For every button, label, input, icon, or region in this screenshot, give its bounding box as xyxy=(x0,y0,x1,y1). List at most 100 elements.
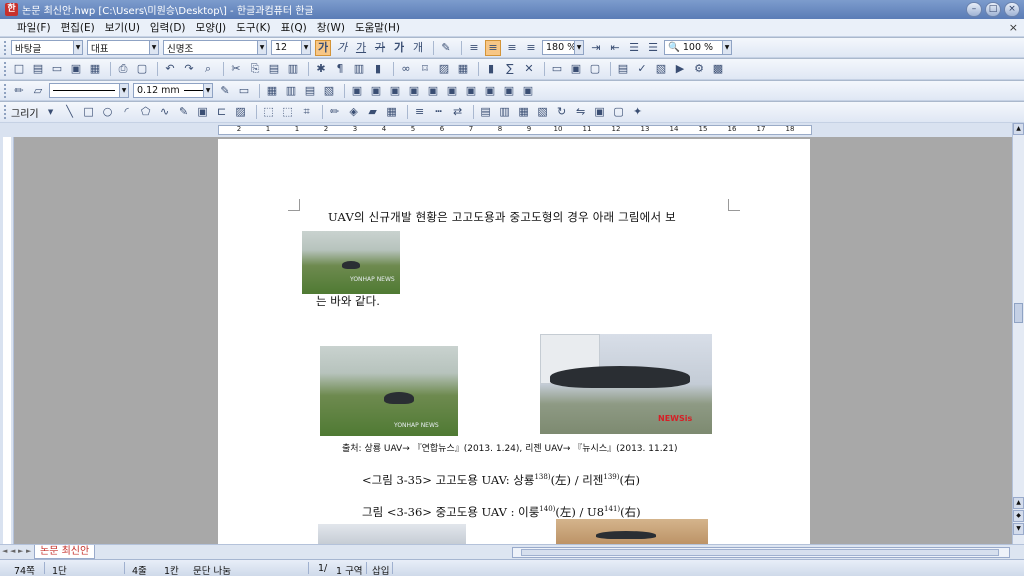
toolbar-grip[interactable] xyxy=(4,40,7,55)
arrow-style-icon[interactable]: ▦ xyxy=(384,104,400,120)
italic-button[interactable]: 가 xyxy=(334,40,350,56)
ungroup-icon[interactable]: ▢ xyxy=(611,104,627,120)
web-icon[interactable]: ▩ xyxy=(710,61,726,77)
cell-align-icon[interactable]: ▣ xyxy=(368,83,384,99)
line-width-select[interactable]: 0.12 mm ▼ xyxy=(133,83,213,98)
menu-view[interactable]: 보기(U) xyxy=(100,20,145,35)
shadow-icon[interactable]: ▰ xyxy=(365,104,381,120)
ellipse-tool-icon[interactable]: ○ xyxy=(100,104,116,120)
symbol-icon[interactable]: ✕ xyxy=(521,61,537,77)
bullet-list-icon[interactable]: ☰ xyxy=(645,40,661,56)
para-shape-icon[interactable]: ¶ xyxy=(332,61,348,77)
select-tool-icon[interactable]: ⬚ xyxy=(261,104,277,120)
cell-align-icon[interactable]: ▣ xyxy=(463,83,479,99)
textbox-tool-icon[interactable]: ▣ xyxy=(195,104,211,120)
footnote-ref[interactable]: 139) xyxy=(603,473,619,481)
font-lang-select[interactable]: 대표 ▼ xyxy=(87,40,159,55)
menu-table[interactable]: 표(Q) xyxy=(276,20,312,35)
body-text-line[interactable]: UAV의 신규개발 현황은 고고도용과 중고도형의 경우 아래 그림에서 보 xyxy=(328,209,676,225)
chart-icon[interactable]: ▮ xyxy=(483,61,499,77)
tab-prev-icon[interactable]: ◄ xyxy=(10,547,15,555)
vertical-ruler[interactable] xyxy=(0,137,14,544)
status-page[interactable]: 74쪽 xyxy=(14,563,35,576)
formula-icon[interactable]: ∑ xyxy=(502,61,518,77)
menu-edit[interactable]: 편집(E) xyxy=(56,20,100,35)
cell-align-icon[interactable]: ▣ xyxy=(444,83,460,99)
tab-last-icon[interactable]: ► xyxy=(26,547,31,555)
header-icon[interactable]: ▢ xyxy=(587,61,603,77)
template-icon[interactable]: ▤ xyxy=(30,61,46,77)
menu-file[interactable]: 파일(F) xyxy=(12,20,56,35)
shenlong-uav-thumbnail[interactable]: YONHAP NEWS xyxy=(302,231,400,294)
body-text-line[interactable]: 는 바와 같다. xyxy=(316,293,380,309)
distribute-icon[interactable]: ▧ xyxy=(535,104,551,120)
curve-tool-icon[interactable]: ∿ xyxy=(157,104,173,120)
cell-align-icon[interactable]: ▣ xyxy=(387,83,403,99)
picture-icon[interactable]: ▨ xyxy=(436,61,452,77)
image-tool-icon[interactable]: ▨ xyxy=(233,104,249,120)
menu-tools[interactable]: 도구(K) xyxy=(231,20,275,35)
arc-tool-icon[interactable]: ◜ xyxy=(119,104,135,120)
save-icon[interactable]: ▣ xyxy=(68,61,84,77)
group-tool-icon[interactable]: ⬚ xyxy=(280,104,296,120)
cut-icon[interactable]: ✂ xyxy=(228,61,244,77)
scroll-up-icon[interactable]: ▲ xyxy=(1013,123,1024,135)
page-up-icon[interactable]: ▲ xyxy=(1013,497,1024,509)
highlighter-icon[interactable]: ✎ xyxy=(438,40,454,56)
outline-color-icon[interactable]: ✏ xyxy=(327,104,343,120)
polygon-tool-icon[interactable]: ⬠ xyxy=(138,104,154,120)
align-objects-icon[interactable]: ▦ xyxy=(516,104,532,120)
find-icon[interactable]: ⌕ xyxy=(200,61,216,77)
page-select-icon[interactable]: ◆ xyxy=(1013,510,1024,522)
lijian-uav-photo[interactable]: NEWSis xyxy=(540,334,712,434)
translate-icon[interactable]: ▧ xyxy=(653,61,669,77)
crop-tool-icon[interactable]: ⌗ xyxy=(299,104,315,120)
line-spacing-select[interactable]: 180 % ▼ xyxy=(542,40,584,55)
tab-next-icon[interactable]: ► xyxy=(18,547,23,555)
footnote-ref[interactable]: 138) xyxy=(534,473,550,481)
freehand-tool-icon[interactable]: ✎ xyxy=(176,104,192,120)
print-icon[interactable]: ⎙ xyxy=(115,61,131,77)
rectangle-tool-icon[interactable]: □ xyxy=(81,104,97,120)
columns-icon[interactable]: ▥ xyxy=(351,61,367,77)
rotate-icon[interactable]: ↻ xyxy=(554,104,570,120)
arrowheads-icon[interactable]: ⇄ xyxy=(450,104,466,120)
table-icon[interactable]: ▦ xyxy=(455,61,471,77)
align-center-icon[interactable]: ≡ xyxy=(504,40,520,56)
horizontal-scroll-thumb[interactable] xyxy=(521,549,999,556)
menu-help[interactable]: 도움말(H) xyxy=(350,20,405,35)
figure-caption[interactable]: 그림 <3-36> 중고도용 UAV : 이룽140)(左) / U8141)(… xyxy=(362,504,641,520)
macro-icon[interactable]: ▶ xyxy=(672,61,688,77)
numbered-list-icon[interactable]: ☰ xyxy=(626,40,642,56)
document-workspace[interactable]: UAV의 신규개발 현황은 고고도용과 중고도형의 경우 아래 그림에서 보 Y… xyxy=(14,137,1012,544)
vertical-scrollbar[interactable]: ▲ ▲ ◆ ▼ xyxy=(1012,123,1024,544)
style-icon[interactable]: ✱ xyxy=(313,61,329,77)
cell-align-icon[interactable]: ▣ xyxy=(406,83,422,99)
draw-menu-button[interactable]: 그리기 xyxy=(11,105,39,120)
style-select[interactable]: 바탕글 ▼ xyxy=(11,40,83,55)
cell-align-icon[interactable]: ▣ xyxy=(425,83,441,99)
toolbar-grip[interactable] xyxy=(4,83,7,98)
maximize-icon[interactable]: □ xyxy=(985,2,1001,17)
horizontal-scrollbar[interactable] xyxy=(512,547,1010,558)
figure-caption[interactable]: <그림 3-35> 고고도용 UAV: 상룡138)(左) / 리젠139)(右… xyxy=(362,472,640,488)
align-justify-icon[interactable]: ≡ xyxy=(466,40,482,56)
ruler-scale[interactable]: 2 1 1 2 3 4 5 6 7 8 9 10 11 12 13 14 15 16 17 18 xyxy=(218,125,812,135)
align-right-icon[interactable]: ≡ xyxy=(523,40,539,56)
outdent-icon[interactable]: ⇤ xyxy=(607,40,623,56)
toolbar-grip[interactable] xyxy=(4,62,7,76)
shenlong-uav-photo[interactable]: YONHAP NEWS xyxy=(320,346,458,436)
close-icon[interactable]: × xyxy=(1004,2,1020,17)
draw-menu-arrow-icon[interactable]: ▼ xyxy=(43,104,59,120)
cell-merge-icon[interactable]: ▤ xyxy=(302,83,318,99)
zoom-select[interactable]: 🔍 100 % ▼ xyxy=(664,40,732,55)
save-as-icon[interactable]: ▦ xyxy=(87,61,103,77)
paste-icon[interactable]: ▤ xyxy=(266,61,282,77)
pen-color-icon[interactable]: ✎ xyxy=(217,83,233,99)
line-weight-icon[interactable]: ≡ xyxy=(412,104,428,120)
open-folder-icon[interactable]: ▭ xyxy=(49,61,65,77)
tab-document[interactable]: 논문 최신안 xyxy=(34,545,96,559)
connector-tool-icon[interactable]: ⊏ xyxy=(214,104,230,120)
redo-icon[interactable]: ↷ xyxy=(181,61,197,77)
line-color-icon[interactable]: ✏ xyxy=(11,83,27,99)
